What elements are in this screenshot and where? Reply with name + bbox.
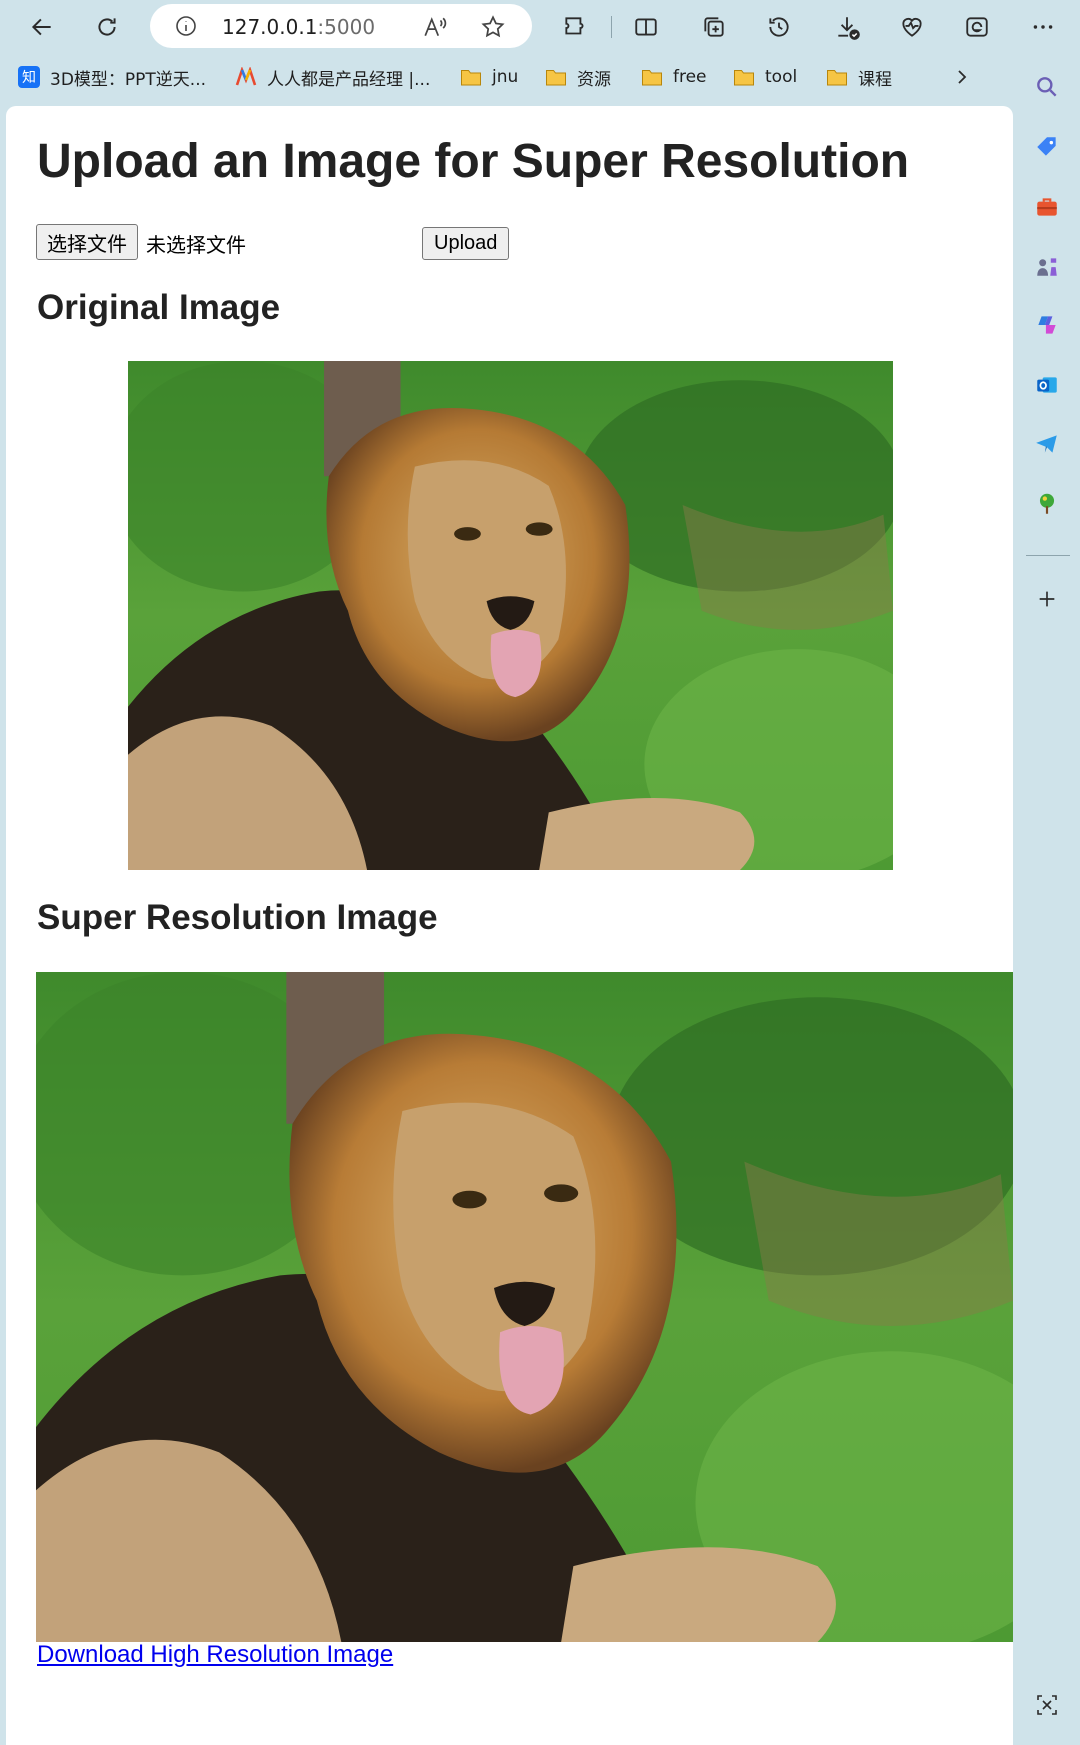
- upload-button[interactable]: Upload: [422, 227, 510, 260]
- games-chess-icon[interactable]: [1032, 251, 1062, 281]
- pm-logo-icon: [235, 67, 257, 86]
- browser-essentials-icon[interactable]: [895, 10, 929, 44]
- bookmark-label: 人人都是产品经理 |...: [267, 69, 431, 90]
- send-telegram-icon[interactable]: [1032, 429, 1062, 459]
- original-image-heading: Original Image: [37, 288, 281, 327]
- folder-icon: [827, 70, 847, 86]
- collections-icon[interactable]: [697, 10, 731, 44]
- bookmark-item[interactable]: 知 3D模型：PPT逆天...: [18, 64, 206, 90]
- choose-file-button[interactable]: 选择文件: [36, 224, 138, 260]
- history-icon[interactable]: [762, 10, 796, 44]
- bookmarks-bar: 知 3D模型：PPT逆天... 人人都是产品经理 |... jnu 资源 fre…: [0, 60, 1010, 94]
- search-icon[interactable]: [1032, 72, 1062, 102]
- bookmark-folder-tool[interactable]: tool: [733, 64, 797, 90]
- bookmark-label: 课程: [858, 69, 892, 90]
- folder-icon: [461, 70, 481, 86]
- bookmark-folder-free[interactable]: free: [641, 64, 707, 90]
- split-screen-icon[interactable]: [629, 10, 663, 44]
- folder-icon: [546, 70, 566, 86]
- browser-toolbar: 127.0.0.1:5000: [0, 0, 1080, 52]
- sidebar-divider: [1026, 555, 1070, 556]
- back-arrow-icon[interactable]: [25, 10, 59, 44]
- copilot-icon[interactable]: [1032, 310, 1062, 340]
- super-resolution-lion-image: [36, 972, 1013, 1642]
- tools-briefcase-icon[interactable]: [1032, 192, 1062, 222]
- bookmark-label: 资源: [577, 69, 611, 90]
- downloads-icon[interactable]: [830, 10, 864, 44]
- more-options-icon[interactable]: [1026, 10, 1060, 44]
- edge-sidebar: [1014, 52, 1080, 1745]
- download-high-resolution-link[interactable]: Download High Resolution Image: [37, 1641, 393, 1669]
- page-title: Upload an Image for Super Resolution: [37, 135, 910, 188]
- address-bar[interactable]: 127.0.0.1:5000: [150, 4, 532, 48]
- tree-extension-icon[interactable]: [1032, 489, 1062, 519]
- file-status-text: 未选择文件: [146, 233, 246, 257]
- web-page: Upload an Image for Super Resolution 选择文…: [6, 106, 1013, 1745]
- toolbar-divider: [611, 16, 612, 38]
- zhihu-icon: 知: [18, 66, 40, 88]
- bookmarks-overflow-chevron-icon[interactable]: [952, 64, 972, 90]
- bookmark-folder-jnu[interactable]: jnu: [460, 64, 518, 90]
- edge-copilot-icon[interactable]: [960, 10, 994, 44]
- extensions-icon[interactable]: [558, 10, 592, 44]
- folder-icon: [642, 70, 662, 86]
- bookmark-label: free: [673, 67, 707, 87]
- folder-icon: [734, 70, 754, 86]
- bookmark-item[interactable]: 人人都是产品经理 |...: [235, 64, 430, 90]
- screenshot-capture-icon[interactable]: [1032, 1690, 1062, 1720]
- bookmark-folder-courses[interactable]: 课程: [826, 64, 892, 90]
- refresh-icon[interactable]: [90, 10, 124, 44]
- favorite-star-icon[interactable]: [480, 14, 506, 40]
- shopping-tag-icon[interactable]: [1032, 132, 1062, 162]
- add-plus-icon[interactable]: [1032, 584, 1062, 614]
- bookmark-label: 3D模型：PPT逆天...: [50, 69, 207, 90]
- original-lion-image: [128, 361, 893, 870]
- bookmark-label: tool: [765, 67, 798, 87]
- bookmark-label: jnu: [492, 67, 519, 87]
- bookmark-folder-resources[interactable]: 资源: [545, 64, 611, 90]
- url-text: 127.0.0.1:5000: [222, 15, 376, 39]
- read-aloud-icon[interactable]: [422, 14, 448, 40]
- site-info-icon[interactable]: [174, 14, 198, 38]
- super-resolution-image-heading: Super Resolution Image: [37, 898, 438, 937]
- outlook-icon[interactable]: [1032, 370, 1062, 400]
